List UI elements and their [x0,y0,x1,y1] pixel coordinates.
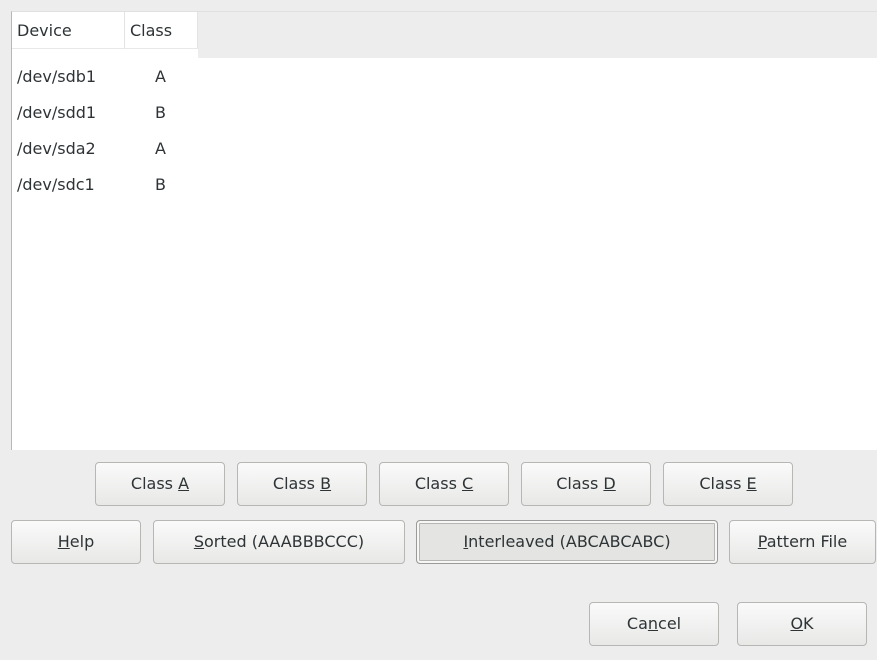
class-b-button[interactable]: Class B [237,462,367,506]
class-cell: A [155,67,166,86]
list-header: Device Class [12,12,198,49]
class-c-mnemonic: C [462,474,474,493]
help-label-suffix: elp [69,532,95,551]
table-row[interactable]: /dev/sdc1 B [12,167,192,203]
table-row[interactable]: /dev/sdb1 A [12,59,192,95]
class-e-button[interactable]: Class E [663,462,793,506]
cancel-mnemonic: n [647,614,659,633]
table-row[interactable]: /dev/sda2 A [12,131,192,167]
class-cell: B [155,103,166,122]
ok-button[interactable]: OK [737,602,867,646]
sorted-label-suffix: orted (AAABBBCCC) [204,532,365,551]
pattern-file-label-suffix: attern File [766,532,848,551]
pattern-file-button[interactable]: Pattern File [729,520,876,564]
class-e-label-prefix: Class [699,474,747,493]
class-b-label-prefix: Class [272,474,321,493]
column-header-class[interactable]: Class [125,12,198,49]
class-cell: B [155,175,166,194]
class-d-button[interactable]: Class D [521,462,651,506]
device-cell: /dev/sdb1 [17,67,97,86]
class-a-button[interactable]: Class A [95,462,225,506]
pattern-file-mnemonic: P [757,532,767,551]
class-d-mnemonic: D [603,474,616,493]
class-a-label-prefix: Class [130,474,179,493]
interleaved-label-suffix: nterleaved (ABCABCABC) [468,532,671,551]
device-cell: /dev/sdc1 [17,175,95,194]
ok-label-suffix: K [803,614,814,633]
header-filler [198,12,877,58]
class-d-label-prefix: Class [556,474,604,493]
interleaved-button[interactable]: Interleaved (ABCABCABC) [416,520,718,564]
sorted-button[interactable]: Sorted (AAABBBCCC) [153,520,405,564]
column-header-device[interactable]: Device [12,12,125,49]
device-class-list[interactable]: Device Class /dev/sdb1 A /dev/sdd1 B /de… [11,11,877,450]
help-mnemonic: H [57,532,70,551]
sorted-mnemonic: S [193,532,205,551]
class-c-label-prefix: Class [414,474,462,493]
class-cell: A [155,139,166,158]
class-e-mnemonic: E [746,474,757,493]
device-cell: /dev/sdd1 [17,103,97,122]
cancel-label-suffix: cel [658,614,682,633]
device-cell: /dev/sda2 [17,139,96,158]
list-rows: /dev/sdb1 A /dev/sdd1 B /dev/sda2 A /dev… [12,59,192,203]
table-row[interactable]: /dev/sdd1 B [12,95,192,131]
cancel-label-prefix: Ca [626,614,648,633]
class-c-button[interactable]: Class C [379,462,509,506]
class-b-mnemonic: B [320,474,332,493]
device-class-dialog: Device Class /dev/sdb1 A /dev/sdd1 B /de… [0,0,877,660]
ok-mnemonic: O [790,614,804,633]
help-button[interactable]: Help [11,520,141,564]
cancel-button[interactable]: Cancel [589,602,719,646]
class-a-mnemonic: A [178,474,190,493]
